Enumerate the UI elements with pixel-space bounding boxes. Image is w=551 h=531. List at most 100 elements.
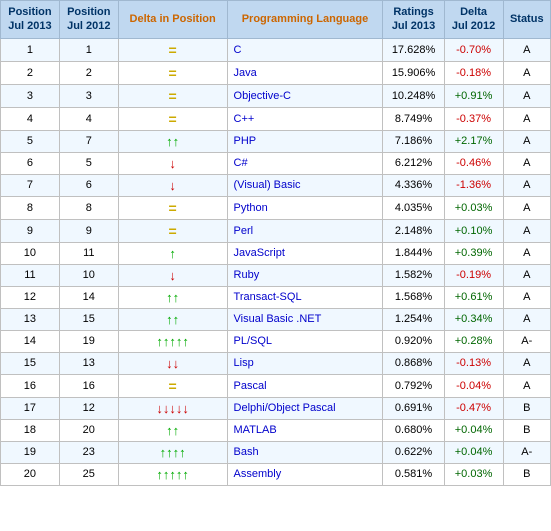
cell-delta-rating: +0.03% [444,463,503,485]
delta-up1-icon: ↑ [169,246,176,261]
cell-pos-2013: 5 [1,130,60,152]
table-row: 8 8 = Python 4.035% +0.03% A [1,196,551,219]
cell-lang: C++ [227,107,383,130]
cell-status: A [503,308,551,330]
cell-delta-rating: +0.04% [444,441,503,463]
cell-status: A [503,174,551,196]
header-pos-2012: PositionJul 2012 [59,1,118,39]
table-row: 4 4 = C++ 8.749% -0.37% A [1,107,551,130]
cell-delta-pos: = [118,84,227,107]
cell-pos-2012: 7 [59,130,118,152]
table-row: 16 16 = Pascal 0.792% -0.04% A [1,374,551,397]
cell-delta-rating: -0.18% [444,61,503,84]
cell-delta-rating: +0.34% [444,308,503,330]
cell-rating: 6.212% [383,152,444,174]
cell-pos-2013: 4 [1,107,60,130]
cell-pos-2012: 23 [59,441,118,463]
cell-lang: PHP [227,130,383,152]
cell-lang: Java [227,61,383,84]
cell-delta-pos: = [118,374,227,397]
delta-equal-icon: = [169,200,177,216]
delta-up5-icon: ↑↑↑↑↑ [156,334,189,349]
cell-lang: (Visual) Basic [227,174,383,196]
cell-delta-pos: ↓ [118,152,227,174]
cell-pos-2013: 16 [1,374,60,397]
cell-pos-2013: 8 [1,196,60,219]
cell-rating: 0.920% [383,330,444,352]
cell-pos-2013: 7 [1,174,60,196]
cell-rating: 2.148% [383,219,444,242]
cell-pos-2013: 17 [1,397,60,419]
cell-pos-2012: 10 [59,264,118,286]
table-row: 13 15 ↑↑ Visual Basic .NET 1.254% +0.34%… [1,308,551,330]
cell-rating: 0.680% [383,419,444,441]
cell-lang: Delphi/Object Pascal [227,397,383,419]
cell-pos-2013: 15 [1,352,60,374]
cell-pos-2013: 1 [1,38,60,61]
cell-pos-2012: 13 [59,352,118,374]
cell-delta-rating: -0.46% [444,152,503,174]
cell-delta-pos: ↑↑ [118,419,227,441]
table-row: 5 7 ↑↑ PHP 7.186% +2.17% A [1,130,551,152]
cell-lang: Ruby [227,264,383,286]
cell-status: B [503,397,551,419]
cell-delta-pos: = [118,107,227,130]
cell-rating: 1.568% [383,286,444,308]
cell-delta-rating: +2.17% [444,130,503,152]
cell-delta-rating: +0.91% [444,84,503,107]
header-delta-rating: DeltaJul 2012 [444,1,503,39]
cell-delta-rating: -0.13% [444,352,503,374]
cell-pos-2012: 19 [59,330,118,352]
cell-delta-pos: ↓↓ [118,352,227,374]
cell-lang: C# [227,152,383,174]
header-pos-2013: PositionJul 2013 [1,1,60,39]
cell-delta-pos: ↑ [118,242,227,264]
table-row: 15 13 ↓↓ Lisp 0.868% -0.13% A [1,352,551,374]
table-row: 19 23 ↑↑↑↑ Bash 0.622% +0.04% A- [1,441,551,463]
cell-delta-rating: -1.36% [444,174,503,196]
cell-delta-pos: ↑↑ [118,286,227,308]
table-row: 9 9 = Perl 2.148% +0.10% A [1,219,551,242]
cell-delta-pos: = [118,61,227,84]
table-row: 3 3 = Objective-C 10.248% +0.91% A [1,84,551,107]
delta-equal-icon: = [169,223,177,239]
table-row: 20 25 ↑↑↑↑↑ Assembly 0.581% +0.03% B [1,463,551,485]
cell-delta-rating: +0.39% [444,242,503,264]
cell-delta-pos: = [118,219,227,242]
delta-up4-icon: ↑↑↑↑ [160,445,186,460]
cell-rating: 0.792% [383,374,444,397]
cell-lang: Python [227,196,383,219]
cell-pos-2012: 6 [59,174,118,196]
cell-pos-2012: 25 [59,463,118,485]
header-rating: RatingsJul 2013 [383,1,444,39]
delta-up2-icon: ↑↑ [166,423,179,438]
cell-rating: 15.906% [383,61,444,84]
delta-up5-icon: ↑↑↑↑↑ [156,467,189,482]
cell-pos-2012: 9 [59,219,118,242]
cell-status: A [503,38,551,61]
cell-delta-pos: = [118,196,227,219]
cell-pos-2013: 13 [1,308,60,330]
cell-pos-2012: 16 [59,374,118,397]
cell-pos-2013: 9 [1,219,60,242]
cell-lang: PL/SQL [227,330,383,352]
cell-delta-pos: ↑↑↑↑↑ [118,330,227,352]
table-row: 12 14 ↑↑ Transact-SQL 1.568% +0.61% A [1,286,551,308]
cell-delta-rating: +0.10% [444,219,503,242]
cell-pos-2012: 5 [59,152,118,174]
cell-rating: 4.035% [383,196,444,219]
cell-rating: 1.254% [383,308,444,330]
cell-status: A- [503,330,551,352]
cell-pos-2013: 11 [1,264,60,286]
cell-pos-2013: 10 [1,242,60,264]
cell-delta-pos: = [118,38,227,61]
cell-pos-2013: 20 [1,463,60,485]
cell-rating: 0.691% [383,397,444,419]
header-lang: Programming Language [227,1,383,39]
cell-pos-2012: 12 [59,397,118,419]
cell-pos-2012: 14 [59,286,118,308]
table-row: 2 2 = Java 15.906% -0.18% A [1,61,551,84]
cell-pos-2013: 14 [1,330,60,352]
cell-rating: 4.336% [383,174,444,196]
cell-status: A [503,130,551,152]
